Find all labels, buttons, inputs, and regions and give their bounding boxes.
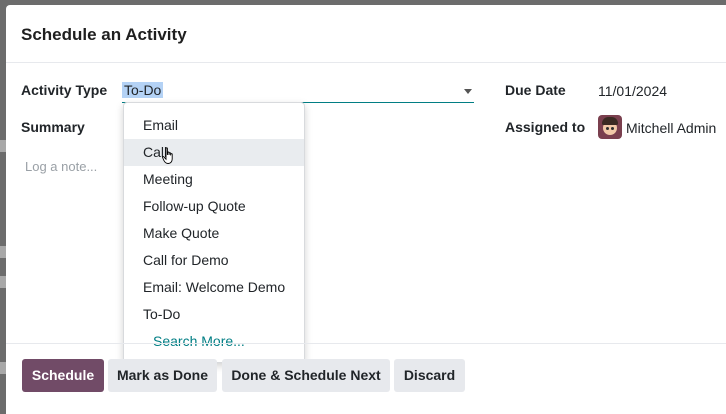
dropdown-item-meeting[interactable]: Meeting bbox=[124, 166, 304, 193]
due-date-field[interactable]: 11/01/2024 bbox=[598, 83, 667, 99]
dropdown-item-call[interactable]: Call bbox=[124, 139, 304, 166]
schedule-button[interactable]: Schedule bbox=[22, 359, 104, 392]
done-and-schedule-next-button[interactable]: Done & Schedule Next bbox=[222, 359, 390, 392]
mark-as-done-button[interactable]: Mark as Done bbox=[108, 359, 217, 392]
dropdown-item-to-do[interactable]: To-Do bbox=[124, 301, 304, 328]
note-input[interactable]: Log a note... bbox=[25, 159, 97, 174]
hand-pointer-icon bbox=[162, 147, 173, 164]
schedule-activity-dialog: Schedule an Activity Activity Type To-Do… bbox=[6, 5, 726, 414]
activity-type-value[interactable]: To-Do bbox=[122, 82, 164, 98]
summary-label: Summary bbox=[21, 119, 85, 135]
dropdown-item-follow-up-quote[interactable]: Follow-up Quote bbox=[124, 193, 304, 220]
discard-button[interactable]: Discard bbox=[394, 359, 465, 392]
assigned-to-field[interactable]: Mitchell Admin bbox=[626, 120, 716, 136]
due-date-label: Due Date bbox=[505, 82, 566, 98]
user-avatar bbox=[598, 115, 622, 139]
modal-title: Schedule an Activity bbox=[21, 25, 187, 44]
activity-type-select[interactable]: To-Do bbox=[122, 80, 474, 103]
caret-down-icon[interactable] bbox=[464, 89, 472, 94]
dropdown-item-email-welcome-demo[interactable]: Email: Welcome Demo bbox=[124, 274, 304, 301]
dropdown-item-call-for-demo[interactable]: Call for Demo bbox=[124, 247, 304, 274]
activity-type-label: Activity Type bbox=[21, 82, 108, 98]
assigned-to-label: Assigned to bbox=[505, 119, 586, 135]
dropdown-item-make-quote[interactable]: Make Quote bbox=[124, 220, 304, 247]
dropdown-item-email[interactable]: Email bbox=[124, 112, 304, 139]
modal-header: Schedule an Activity bbox=[6, 5, 726, 63]
activity-type-dropdown: Email Call Meeting Follow-up Quote Make … bbox=[123, 102, 305, 363]
